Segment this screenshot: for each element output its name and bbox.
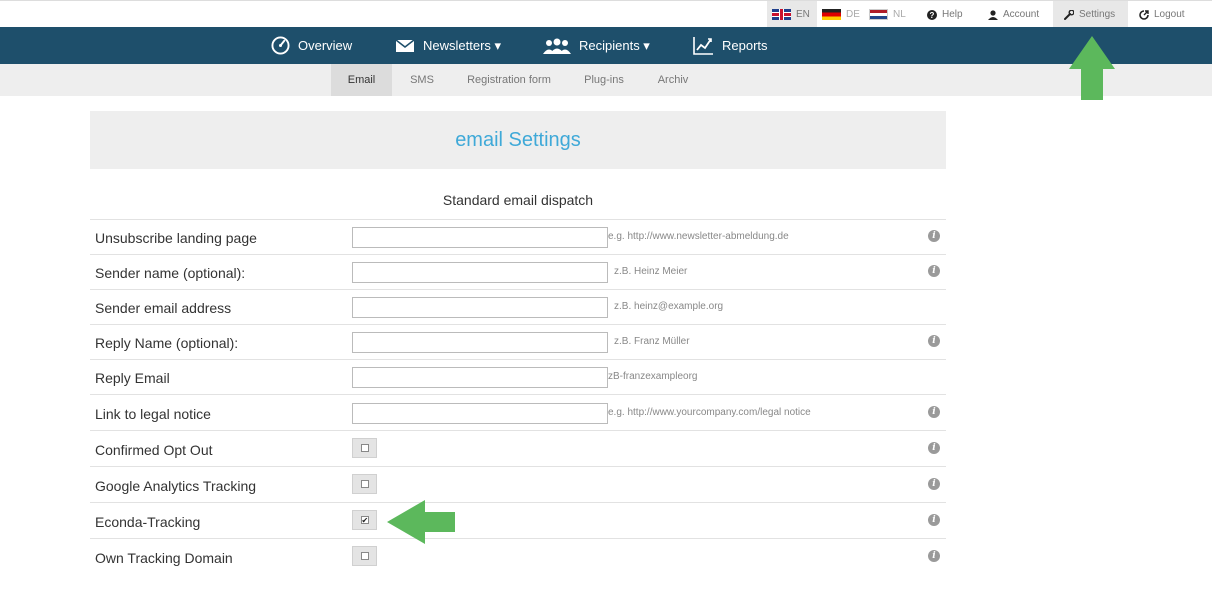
form-row-econda-tracking: Econda-Tracking ✔ i [90,502,946,538]
chart-icon [693,37,713,55]
dutch-flag-icon [869,9,888,20]
language-de[interactable]: DE [822,1,864,28]
wrench-icon [1064,9,1074,20]
nav-recipients-label: Recipients ▾ [579,37,650,53]
field-label: Reply Name (optional): [95,335,239,351]
info-icon[interactable]: i [928,230,940,242]
nav-newsletters-label: Newsletters ▾ [423,37,502,53]
form-row-confirmed-opt-out: Confirmed Opt Out i [90,430,946,466]
info-icon[interactable]: i [928,335,940,347]
checkbox-label: Confirmed Opt Out [95,442,213,458]
page-title-box: email Settings [90,111,946,169]
field-hint: zB-franzexampleorg [608,371,698,382]
legal-notice-input[interactable] [352,403,608,424]
nav-overview[interactable]: Overview [271,27,352,64]
tab-registration-form[interactable]: Registration form [462,64,556,96]
own-tracking-domain-checkbox[interactable] [352,546,377,566]
section-heading: Standard email dispatch [442,192,594,208]
tab-plugins[interactable]: Plug-ins [578,64,630,96]
user-icon [988,9,998,20]
form-row-legal-notice: Link to legal notice e.g. http://www.you… [90,394,946,430]
reply-email-input[interactable] [352,367,608,388]
tab-archiv[interactable]: Archiv [650,64,696,96]
nav-reports-label: Reports [722,38,768,53]
checkbox-label: Google Analytics Tracking [95,478,257,494]
help-icon: ? [927,9,937,20]
info-icon[interactable]: i [928,442,940,454]
unsubscribe-url-input[interactable] [352,227,608,248]
language-en[interactable]: EN [767,1,817,28]
google-analytics-checkbox[interactable] [352,474,377,494]
uk-flag-icon [772,9,791,20]
nav-newsletters[interactable]: Newsletters ▾ [395,27,501,64]
envelope-icon [395,38,415,52]
account-link[interactable]: Account [988,1,1039,28]
econda-tracking-checkbox[interactable]: ✔ [352,510,377,530]
page-title: email Settings [455,128,581,151]
checkbox-box [360,480,369,488]
nav-recipients[interactable]: Recipients ▾ [543,27,650,64]
checkbox-box [360,552,369,560]
form-row-sender-email: Sender email address z.B. heinz@example.… [90,289,946,324]
field-hint: z.B. Franz Müller [614,336,690,347]
svg-text:?: ? [930,11,935,20]
arrow-up-icon [1069,36,1115,100]
nav-overview-label: Overview [298,38,353,53]
logout-label: Logout [1154,9,1185,20]
field-hint: e.g. http://www.newsletter-abmeldung.de [608,231,789,242]
field-label: Link to legal notice [95,406,211,422]
info-icon[interactable]: i [928,265,940,277]
language-nl-label: NL [893,9,906,20]
checkbox-box [360,444,369,452]
account-label: Account [1003,9,1040,20]
info-icon[interactable]: i [928,514,940,526]
dashboard-icon [271,36,290,55]
users-icon [543,38,571,54]
form-row-own-tracking-domain: Own Tracking Domain i [90,538,946,574]
settings-label: Settings [1079,9,1116,20]
language-nl[interactable]: NL [869,1,911,28]
tab-sms[interactable]: SMS [397,64,447,96]
checkbox-label: Own Tracking Domain [95,550,233,566]
field-hint: z.B. Heinz Meier [614,266,688,277]
info-icon[interactable]: i [928,478,940,490]
sender-email-input[interactable] [352,297,608,318]
info-icon: i [928,550,940,562]
checkbox-label: Econda-Tracking [95,514,201,530]
form-row-unsubscribe: Unsubscribe landing page e.g. http://www… [90,219,946,254]
info-icon[interactable]: i [928,406,940,418]
nav-reports[interactable]: Reports [693,27,768,64]
sender-name-input[interactable] [352,262,608,283]
field-label: Reply Email [95,370,170,386]
field-label: Sender name (optional): [95,265,246,281]
logout-link[interactable]: Logout [1139,1,1185,28]
logout-icon [1139,9,1149,20]
top-utility-bar: EN DE NL ? Help Account Settings Logout [0,0,1212,28]
field-hint: e.g. http://www.yourcompany.com/legal no… [608,407,811,418]
help-link[interactable]: ? Help [927,1,963,28]
main-navigation: Overview Newsletters ▾ Recipients ▾ Repo… [0,27,1212,64]
german-flag-icon [822,9,841,20]
sub-navigation: Email SMS Registration form Plug-ins Arc… [0,64,1212,96]
tab-email[interactable]: Email [331,64,392,96]
arrow-left-icon [387,500,455,544]
field-label: Unsubscribe landing page [95,230,257,246]
reply-name-input[interactable] [352,332,608,353]
form-row-reply-name: Reply Name (optional): z.B. Franz Müller… [90,324,946,359]
form-row-google-analytics: Google Analytics Tracking i [90,466,946,502]
field-label: Sender email address [95,300,232,316]
language-en-label: EN [796,9,810,20]
field-hint: z.B. heinz@example.org [614,301,724,312]
form-row-sender-name: Sender name (optional): z.B. Heinz Meier… [90,254,946,289]
help-label: Help [942,9,963,20]
confirmed-opt-out-checkbox[interactable] [352,438,377,458]
form-row-reply-email: Reply Email zB-franzexampleorg [90,359,946,394]
checkmark-icon: ✔ [360,516,369,525]
settings-link[interactable]: Settings [1053,1,1128,28]
language-de-label: DE [846,9,860,20]
